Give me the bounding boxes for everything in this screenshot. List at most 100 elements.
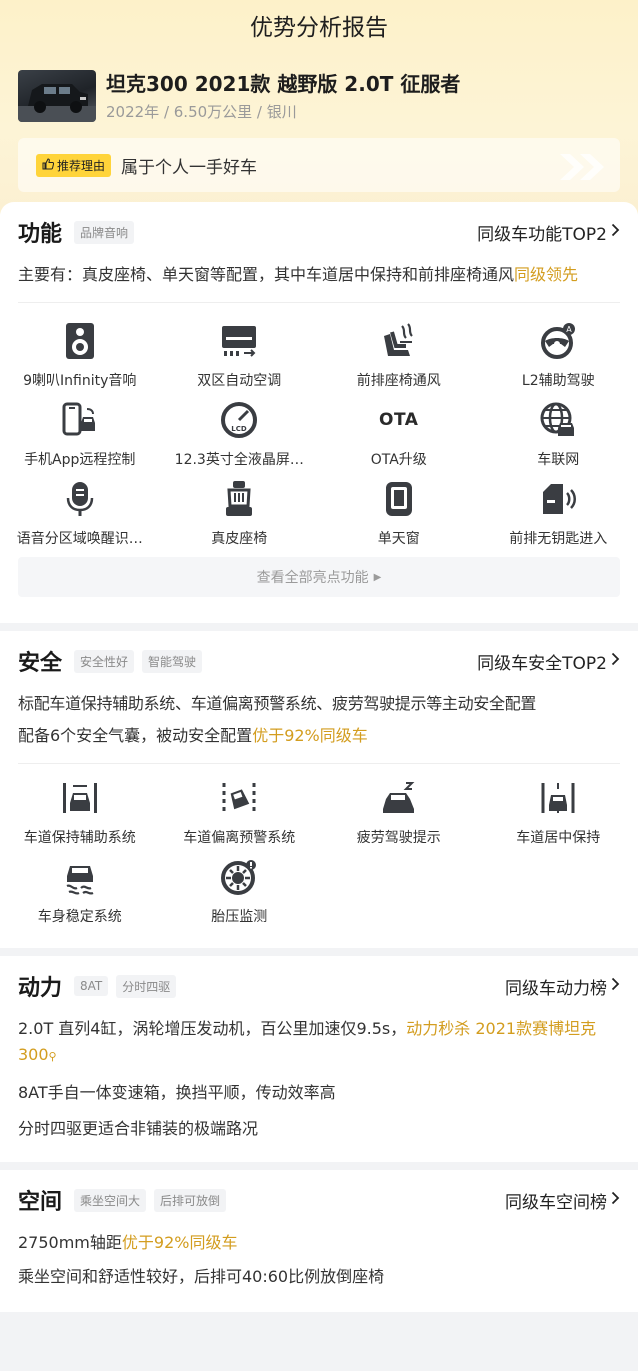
recommend-reason: 推荐理由 属于个人一手好车 [18, 138, 620, 192]
feature-label: 前排座椅通风 [356, 373, 441, 389]
power-card: 动力 8AT 分时四驱 同级车动力榜 2.0T 直列4缸，涡轮增压发动机，百公里… [0, 956, 638, 1162]
feature-label: 双区自动空调 [197, 373, 282, 389]
feature-label: 单天窗 [377, 531, 420, 547]
feature-item[interactable]: LCD 12.3英寸全液晶屏… [160, 392, 320, 471]
recommend-badge-label: 推荐理由 [57, 158, 106, 173]
feature-label: 手机App远程控制 [24, 452, 136, 468]
feature-item[interactable]: 真皮座椅 [160, 471, 320, 550]
air-conditioner-icon [219, 321, 259, 361]
car-name: 坦克300 2021款 越野版 2.0T 征服者 [106, 71, 461, 96]
phone-car-remote-icon [60, 400, 100, 440]
feature-item[interactable]: 手机App远程控制 [0, 392, 160, 471]
feature-item[interactable]: 9喇叭Infinity音响 [0, 313, 160, 392]
space-tag: 乘坐空间大 [74, 1188, 147, 1212]
thumbs-up-icon [42, 157, 55, 173]
stability-control-icon [60, 857, 100, 897]
microphone-icon [60, 479, 100, 519]
power-card-header: 动力 8AT 分时四驱 同级车动力榜 [18, 956, 620, 1012]
leather-seat-icon [219, 479, 259, 519]
tire-pressure-icon [219, 857, 259, 897]
function-card: 功能 品牌音响 同级车功能TOP2 主要有：真皮座椅、单天窗等配置，其中车道居中… [0, 202, 638, 623]
power-rank-label: 同级车动力榜 [505, 978, 607, 999]
safety-card: 安全 安全性好 智能驾驶 同级车安全TOP2 标配车道保持辅助系统、车道偏离预警… [0, 631, 638, 948]
keyless-entry-icon [538, 479, 578, 519]
safety-description-line1: 标配车道保持辅助系统、车道偏离预警系统、疲劳驾驶提示等主动安全配置 [18, 694, 537, 713]
safety-description-line2: 配备6个安全气囊，被动安全配置优于92%同级车 [18, 723, 620, 749]
lane-keep-icon [60, 778, 100, 818]
safety-rank-label: 同级车安全TOP2 [477, 653, 607, 674]
feature-item[interactable]: 疲劳驾驶提示 [319, 770, 479, 849]
sunroof-icon [379, 479, 419, 519]
power-description-line1: 2.0T 直列4缸，涡轮增压发动机，百公里加速仅9.5s，动力秒杀 2021款赛… [18, 1016, 620, 1070]
svg-text:LCD: LCD [232, 425, 248, 433]
function-rank-link[interactable]: 同级车功能TOP2 [477, 220, 620, 245]
feature-item[interactable]: OTA OTA升级 [319, 392, 479, 471]
page-title: 优势分析报告 [250, 15, 388, 41]
feature-label: 9喇叭Infinity音响 [23, 373, 137, 389]
safety-desc-text: 配备6个安全气囊，被动安全配置 [18, 726, 253, 745]
feature-label: 车道居中保持 [516, 830, 601, 846]
space-desc-text: 2750mm轴距 [18, 1233, 122, 1252]
feature-item[interactable]: 双区自动空调 [160, 313, 320, 392]
chevron-right-icon [611, 651, 620, 671]
view-all-features-button[interactable]: 查看全部亮点功能 ▶ [18, 557, 620, 597]
svg-text:A: A [567, 325, 573, 334]
chevron-right-icon [611, 1190, 620, 1210]
safety-tag: 智能驾驶 [142, 649, 203, 673]
lane-center-icon [538, 778, 578, 818]
steering-wheel-assist-icon: A [538, 321, 578, 361]
function-desc-text: 主要有：真皮座椅、单天窗等配置，其中车道居中保持和前排座椅通风 [18, 265, 515, 284]
feature-label: 胎压监测 [211, 909, 268, 925]
search-icon[interactable]: ⚲ [49, 1050, 57, 1063]
feature-item[interactable]: 前排无钥匙进入 [479, 471, 638, 550]
chevron-right-icon [611, 222, 620, 242]
fatigue-alert-icon [379, 778, 419, 818]
car-meta: 2022年 / 6.50万公里 / 银川 [106, 102, 297, 121]
feature-item[interactable]: 胎压监测 [160, 849, 320, 928]
safety-title: 安全 [18, 651, 63, 676]
space-card-header: 空间 乘坐空间大 后排可放倒 同级车空间榜 [18, 1170, 620, 1226]
lcd-gauge-icon: LCD [219, 400, 259, 440]
space-card: 空间 乘坐空间大 后排可放倒 同级车空间榜 2750mm轴距优于92%同级车 乘… [0, 1170, 638, 1312]
function-desc-highlight: 同级领先 [514, 265, 579, 284]
space-rank-label: 同级车空间榜 [505, 1192, 607, 1213]
feature-item[interactable]: 单天窗 [319, 471, 479, 550]
view-all-label: 查看全部亮点功能 [256, 570, 369, 586]
function-feature-grid: 9喇叭Infinity音响 双区自动空调 前排座椅通风 A L2辅助驾驶 手机A… [0, 313, 638, 550]
triangle-right-icon: ▶ [373, 571, 382, 583]
feature-item[interactable]: 车道偏离预警系统 [160, 770, 320, 849]
space-description-line1: 2750mm轴距优于92%同级车 [18, 1230, 620, 1256]
safety-card-header: 安全 安全性好 智能驾驶 同级车安全TOP2 [18, 631, 620, 687]
safety-rank-link[interactable]: 同级车安全TOP2 [477, 649, 620, 674]
report-header: 优势分析报告 坦克300 2021款 越野版 2.0T 征服者 2022年 / … [0, 0, 638, 214]
space-rank-link[interactable]: 同级车空间榜 [505, 1188, 620, 1213]
feature-label: 车道保持辅助系统 [23, 830, 136, 846]
feature-label: 疲劳驾驶提示 [356, 830, 441, 846]
feature-item[interactable]: 车道保持辅助系统 [0, 770, 160, 849]
car-summary[interactable]: 坦克300 2021款 越野版 2.0T 征服者 2022年 / 6.50万公里… [18, 70, 638, 122]
feature-label: OTA升级 [370, 452, 427, 468]
safety-tag: 安全性好 [74, 649, 135, 673]
feature-label: 语音分区域唤醒识… [16, 531, 143, 547]
safety-feature-grid: 车道保持辅助系统 车道偏离预警系统 疲劳驾驶提示 车道居中保持 车身稳定系统 胎… [0, 770, 638, 928]
feature-item[interactable]: 车道居中保持 [479, 770, 638, 849]
feature-item[interactable]: 前排座椅通风 [319, 313, 479, 392]
divider [18, 302, 620, 303]
recommend-badge: 推荐理由 [36, 153, 112, 177]
seat-ventilation-icon [379, 321, 419, 361]
function-card-header: 功能 品牌音响 同级车功能TOP2 [18, 202, 620, 258]
feature-item[interactable]: A L2辅助驾驶 [479, 313, 638, 392]
space-desc-highlight: 优于92%同级车 [121, 1233, 238, 1252]
space-title: 空间 [18, 1190, 63, 1215]
ota-icon-text: OTA [379, 410, 419, 430]
speaker-icon [60, 321, 100, 361]
divider [18, 763, 620, 764]
feature-item[interactable]: 车联网 [479, 392, 638, 471]
function-rank-label: 同级车功能TOP2 [477, 224, 607, 245]
power-title: 动力 [18, 976, 63, 1001]
feature-item[interactable]: 语音分区域唤醒识… [0, 471, 160, 550]
feature-item[interactable]: 车身稳定系统 [0, 849, 160, 928]
power-rank-link[interactable]: 同级车动力榜 [505, 974, 620, 999]
power-tag: 8AT [74, 976, 109, 996]
lane-departure-icon [219, 778, 259, 818]
